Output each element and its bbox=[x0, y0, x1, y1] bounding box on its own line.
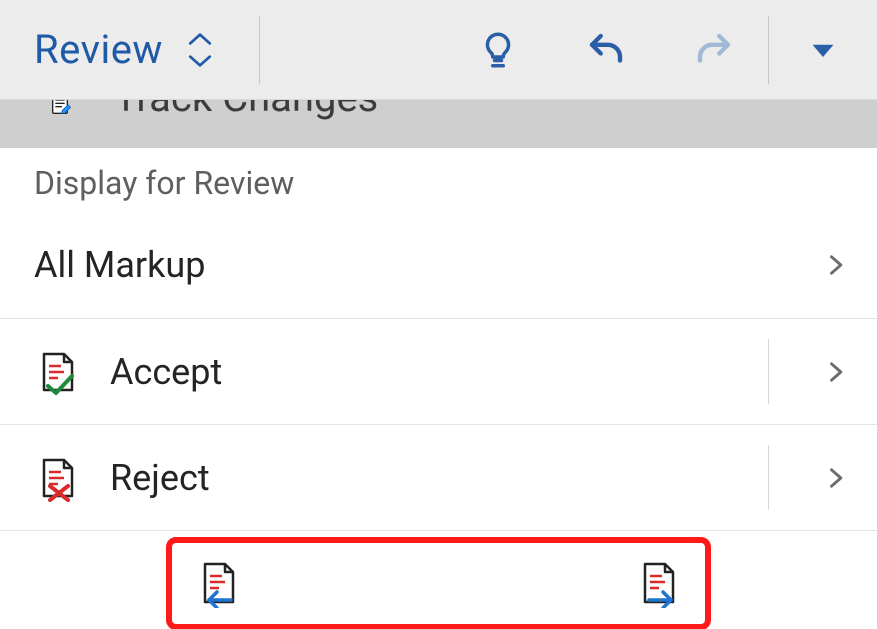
more-options-button[interactable] bbox=[769, 0, 877, 100]
accept-label: Accept bbox=[110, 351, 821, 393]
review-panel: Display for Review All Markup Accept bbox=[0, 148, 877, 629]
redo-button[interactable] bbox=[660, 0, 768, 100]
previous-change-button[interactable] bbox=[189, 554, 249, 614]
divider bbox=[259, 16, 260, 84]
reject-icon bbox=[34, 454, 82, 502]
header-actions bbox=[444, 0, 877, 100]
expand-collapse-icon bbox=[187, 31, 213, 69]
toolbar-header: Review bbox=[0, 0, 877, 100]
track-changes-icon bbox=[42, 100, 82, 116]
doc-prev-icon bbox=[195, 560, 243, 608]
track-changes-label: Track Changes bbox=[114, 100, 378, 121]
lightbulb-icon bbox=[477, 29, 519, 71]
chevron-right-icon bbox=[821, 358, 849, 386]
undo-button[interactable] bbox=[552, 0, 660, 100]
tell-me-button[interactable] bbox=[444, 0, 552, 100]
reject-row[interactable]: Reject bbox=[0, 424, 877, 530]
display-for-review-row[interactable]: All Markup bbox=[0, 212, 877, 318]
doc-next-icon bbox=[635, 560, 683, 608]
chevron-right-icon bbox=[821, 464, 849, 492]
next-change-button[interactable] bbox=[629, 554, 689, 614]
ribbon-menu-label: Review bbox=[34, 26, 163, 73]
reject-label: Reject bbox=[110, 457, 821, 499]
ribbon-menu-button[interactable]: Review bbox=[0, 0, 247, 99]
accept-row[interactable]: Accept bbox=[0, 318, 877, 424]
undo-icon bbox=[585, 29, 627, 71]
chevron-right-icon bbox=[821, 251, 849, 279]
section-band: Track Changes bbox=[0, 100, 877, 148]
caret-down-icon bbox=[802, 29, 844, 71]
display-for-review-caption: Display for Review bbox=[0, 148, 877, 212]
change-navigation-row bbox=[0, 530, 877, 629]
redo-icon bbox=[693, 29, 735, 71]
display-for-review-value: All Markup bbox=[34, 244, 821, 286]
accept-icon bbox=[34, 348, 82, 396]
